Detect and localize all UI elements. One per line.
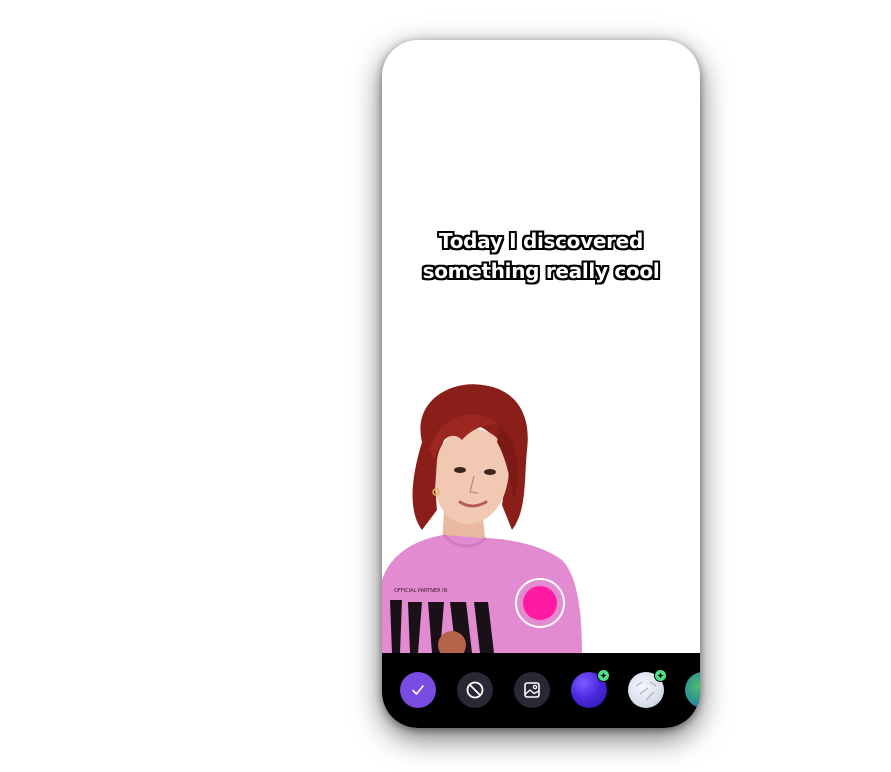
earth-background-button[interactable]	[685, 672, 700, 708]
image-background-button[interactable]	[514, 672, 550, 708]
caption-line-1: Today I discovered	[439, 229, 643, 253]
confirm-button[interactable]	[400, 672, 436, 708]
no-background-icon	[466, 681, 484, 699]
sparkle-badge-icon	[597, 669, 610, 682]
sparkle-badge-icon	[654, 669, 667, 682]
caption-text[interactable]: Today I discovered something really cool	[382, 226, 700, 286]
purple-background-button[interactable]	[571, 669, 610, 708]
svg-text:OFFICIAL PARTNER IN: OFFICIAL PARTNER IN	[394, 588, 448, 594]
phone-screen: Today I discovered something really cool	[382, 40, 700, 728]
light-texture-background-button[interactable]	[628, 669, 667, 708]
check-icon	[412, 685, 424, 695]
image-background-icon	[524, 682, 540, 698]
record-button[interactable]	[515, 578, 565, 628]
caption-line-2: something really cool	[422, 259, 660, 283]
record-dot	[523, 586, 557, 620]
background-toolbar	[382, 653, 700, 728]
no-background-button[interactable]	[457, 672, 493, 708]
canvas: Today I discovered something really cool	[0, 0, 891, 772]
